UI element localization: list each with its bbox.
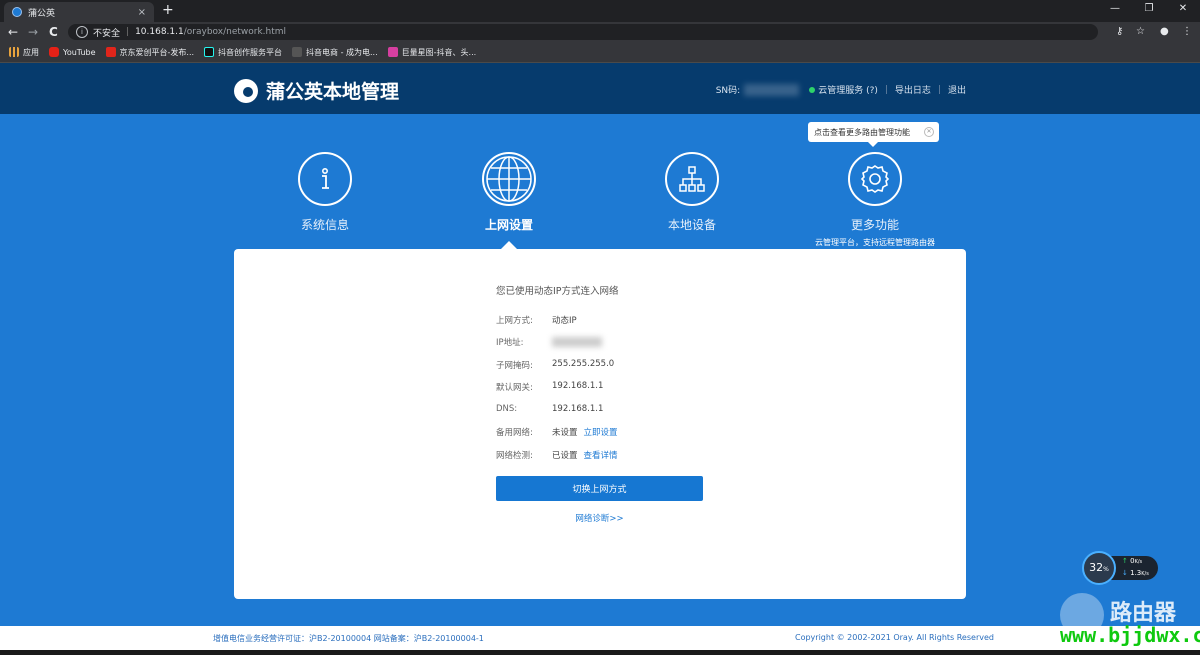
bookmark-douyin-ecommerce[interactable]: 抖音电商 - 成为电... [292,47,378,58]
maximize-icon[interactable]: ❐ [1132,0,1166,22]
cpu-percent: 32% [1082,551,1116,585]
export-log-link[interactable]: 导出日志 [895,83,931,96]
nav-more-features[interactable]: 更多功能 云管理平台，支持远程管理路由器 [805,152,945,248]
row-network-check: 网络检测: 已设置 查看详情 [496,449,618,461]
network-speed-widget[interactable]: ↑ 0K/s ↓ 1.3K/s 32% [1082,551,1158,585]
row-backup-network: 备用网络: 未设置 立即设置 [496,426,618,438]
douyin-icon [204,47,215,57]
row-dns: DNS: 192.168.1.1 [496,404,604,414]
site-watermark: 路由器 www.bjjdwx.com [1060,593,1200,648]
sn-label: SN码: [715,86,741,96]
row-ip-address: IP地址: [496,336,602,348]
network-diagnose-link[interactable]: 网络诊断>> [496,512,703,524]
site-header: 蒲公英本地管理 SN码: 云管理服务 (?) | 导出日志 | 退出 [0,63,1200,114]
back-icon[interactable]: ← [8,22,18,42]
dandelion-logo-icon [234,78,258,103]
os-taskbar [0,650,1200,655]
switch-connection-button[interactable]: 切换上网方式 [496,476,703,501]
nav-network-settings[interactable]: 上网设置 [439,152,579,233]
new-tab-icon[interactable]: + [162,2,174,18]
window-controls: — ❐ ✕ [1098,0,1200,22]
row-gateway: 默认网关: 192.168.1.1 [496,381,604,393]
license-text: 增值电信业务经营许可证：沪B2-20100004 网站备案：沪B2-201000… [213,634,484,643]
network-info-panel: 您已使用动态IP方式连入网络 上网方式: 动态IP IP地址: 子网掩码: 25… [234,249,966,599]
tooltip-text: 点击查看更多路由管理功能 [814,127,910,137]
panel-title: 您已使用动态IP方式连入网络 [496,286,619,297]
youtube-icon [49,47,59,57]
bookmark-xingtu[interactable]: 巨量星图-抖音、头... [387,47,477,58]
bookmark-label: YouTube [63,47,96,57]
security-label: 不安全 [93,28,121,39]
view-details-link[interactable]: 查看详情 [584,449,618,461]
bookmark-label: 抖音电商 - 成为电... [306,47,378,57]
row-connection-type: 上网方式: 动态IP [496,316,577,326]
bookmark-apps[interactable]: 应用 [9,47,39,58]
nav-label: 系统信息 [300,218,349,232]
nav-local-devices[interactable]: 本地设备 [622,152,762,233]
menu-icon[interactable]: ⋮ [1182,22,1192,42]
setup-now-link[interactable]: 立即设置 [584,426,618,438]
site-footer: 增值电信业务经营许可证：沪B2-20100004 网站备案：沪B2-201000… [0,626,1200,650]
minimize-icon[interactable]: — [1098,0,1132,22]
bookmarks-bar: 应用 YouTube 京东爱创平台-发布... 抖音创作服务平台 抖音电商 - … [0,42,1200,63]
more-features-tooltip: 点击查看更多路由管理功能 ✕ [808,122,939,147]
ip-value-redacted [552,337,602,347]
upload-arrow-icon: ↑ [1122,557,1128,565]
nav-label: 本地设备 [667,218,716,232]
url-path: /oraybox/network.html [183,27,287,37]
nav-label: 上网设置 [484,218,533,232]
nav-label: 更多功能 [850,218,899,232]
address-bar-row: ← → C i 不安全 | 10.168.1.1/oraybox/network… [0,22,1200,42]
url-field[interactable]: i 不安全 | 10.168.1.1/oraybox/network.html [68,24,1098,40]
jd-icon [105,47,116,57]
profile-icon[interactable]: ● [1160,22,1169,42]
network-topology-icon [665,152,719,206]
url-text: 10.168.1.1/oraybox/network.html [135,27,286,37]
online-status-icon [809,86,816,93]
info-icon[interactable]: i [76,26,88,38]
apps-grid-icon [9,47,19,57]
bookmark-label: 京东爱创平台-发布... [119,47,195,57]
sn-value-redacted [744,83,800,96]
tab-title: 蒲公英 [28,8,56,19]
bookmark-label: 抖音创作服务平台 [218,47,283,57]
speed-rates: ↑ 0K/s ↓ 1.3K/s [1110,556,1158,580]
info-icon [298,152,352,206]
browser-tab[interactable]: 蒲公英 × [4,2,154,22]
bookmark-label: 应用 [23,47,39,57]
globe-icon [482,152,536,206]
bookmark-label: 巨量星图-抖音、头... [401,47,477,57]
bookmark-jd[interactable]: 京东爱创平台-发布... [105,47,195,58]
brand-title: 蒲公英本地管理 [266,81,400,103]
logout-link[interactable]: 退出 [948,83,966,96]
nav-sublabel: 云管理平台，支持远程管理路由器 [815,238,935,247]
gear-icon [848,152,902,206]
bookmark-youtube[interactable]: YouTube [49,47,96,57]
header-actions: SN码: 云管理服务 (?) | 导出日志 | 退出 [715,83,966,96]
key-icon[interactable]: ⚷ [1116,22,1123,42]
xingtu-icon [387,47,398,57]
forward-icon[interactable]: → [28,22,38,42]
row-subnet-mask: 子网掩码: 255.255.255.0 [496,359,615,371]
douyin-ecommerce-icon [292,47,303,57]
copyright-text: Copyright © 2002-2021 Oray. All Rights R… [795,633,994,642]
cloud-service-link[interactable]: 云管理服务 (?) [818,83,878,96]
brand-logo[interactable]: 蒲公英本地管理 [234,77,399,104]
browser-tabbar: 蒲公英 × + — ❐ ✕ [0,0,1200,22]
star-icon[interactable]: ☆ [1136,22,1145,42]
close-window-icon[interactable]: ✕ [1166,0,1200,22]
bookmark-douyin-creator[interactable]: 抖音创作服务平台 [204,47,282,58]
tooltip-close-icon[interactable]: ✕ [924,127,934,137]
active-tab-pointer [501,241,517,249]
site-favicon-icon [12,7,22,17]
reload-icon[interactable]: C [49,22,58,42]
url-host: 10.168.1.1 [135,27,184,37]
tab-close-icon[interactable]: × [138,7,146,18]
nav-system-info[interactable]: 系统信息 [255,152,395,233]
download-arrow-icon: ↓ [1122,569,1128,577]
